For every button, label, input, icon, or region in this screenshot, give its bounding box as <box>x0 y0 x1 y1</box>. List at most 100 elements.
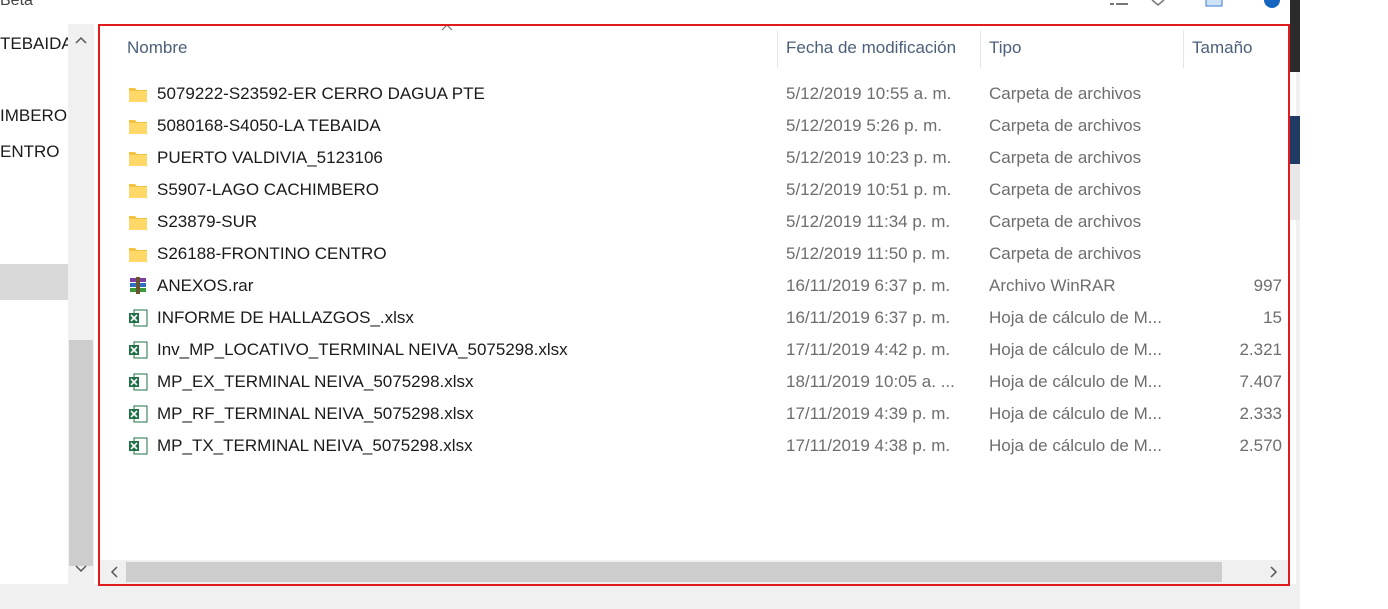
file-row[interactable]: S5907-LAGO CACHIMBERO 5/12/2019 10:51 p. … <box>100 174 1288 206</box>
file-row[interactable]: MP_RF_TERMINAL NEIVA_5075298.xlsx 17/11/2… <box>100 398 1288 430</box>
file-row[interactable]: 5080168-S4050-LA TEBAIDA 5/12/2019 5:26 p… <box>100 110 1288 142</box>
file-date: 5/12/2019 11:50 p. m. <box>786 244 951 263</box>
file-date: 5/12/2019 10:51 p. m. <box>786 180 952 199</box>
nav-item-label: ENTRO <box>0 142 60 161</box>
file-type: Archivo WinRAR <box>989 276 1116 295</box>
chevron-down-icon[interactable] <box>1146 0 1170 12</box>
file-name: S26188-FRONTINO CENTRO <box>157 244 387 263</box>
column-header-name[interactable]: Nombre <box>127 38 187 58</box>
file-date: 5/12/2019 11:34 p. m. <box>786 212 951 231</box>
file-size: 997 <box>1253 276 1282 295</box>
top-strip: Beta <box>0 0 1300 12</box>
file-date: 5/12/2019 10:55 a. m. <box>786 84 952 103</box>
background-window-dark <box>1290 0 1300 72</box>
scroll-thumb[interactable] <box>126 562 1222 582</box>
folder-icon <box>129 88 147 102</box>
file-date: 16/11/2019 6:37 p. m. <box>786 276 951 295</box>
file-row[interactable]: Inv_MP_LOCATIVO_TERMINAL NEIVA_5075298.x… <box>100 334 1288 366</box>
file-name: MP_TX_TERMINAL NEIVA_5075298.xlsx <box>157 436 473 455</box>
column-divider[interactable] <box>1183 30 1184 68</box>
column-divider[interactable] <box>777 30 778 68</box>
file-type: Hoja de cálculo de M... <box>989 436 1162 455</box>
file-date: 5/12/2019 10:23 p. m. <box>786 148 952 167</box>
folder-icon <box>129 152 147 166</box>
sort-ascending-icon <box>441 26 453 31</box>
file-row[interactable]: 5079222-S23592-ER CERRO DAGUA PTE 5/12/20… <box>100 78 1288 110</box>
nav-item-label: TEBAIDA <box>0 34 68 53</box>
nav-item-cachimbero[interactable]: IMBERO <box>0 106 67 126</box>
file-row[interactable]: PUERTO VALDIVIA_5123106 5/12/2019 10:23 p… <box>100 142 1288 174</box>
file-row[interactable]: S23879-SUR 5/12/2019 11:34 p. m. Carpeta d… <box>100 206 1288 238</box>
column-header-size[interactable]: Tamaño <box>1192 38 1252 58</box>
file-date: 18/11/2019 10:05 a. ... <box>786 372 955 391</box>
file-row[interactable]: MP_TX_TERMINAL NEIVA_5075298.xlsx 17/11/2… <box>100 430 1288 462</box>
folder-icon <box>129 248 147 262</box>
background-window-edge <box>1296 0 1300 609</box>
folder-icon <box>129 120 147 134</box>
chevron-down-icon <box>75 565 87 573</box>
window-title-fragment: Beta <box>0 0 33 9</box>
column-header-date[interactable]: Fecha de modificación <box>786 38 956 58</box>
file-size: 15 <box>1263 308 1282 327</box>
winrar-icon <box>130 277 146 294</box>
column-divider[interactable] <box>980 30 981 68</box>
scroll-down-button[interactable] <box>73 561 89 577</box>
file-type: Carpeta de archivos <box>989 244 1142 263</box>
file-name: S23879-SUR <box>157 212 258 231</box>
scroll-right-button[interactable] <box>1266 564 1282 580</box>
file-name: INFORME DE HALLAZGOS_.xlsx <box>157 308 414 327</box>
scroll-left-button[interactable] <box>106 564 122 580</box>
folder-icon <box>129 216 147 230</box>
file-date: 17/11/2019 4:39 p. m. <box>786 404 951 423</box>
excel-icon <box>129 309 148 327</box>
file-type: Hoja de cálculo de M... <box>989 340 1162 359</box>
nav-item-frontino-centro[interactable]: ENTRO <box>0 142 60 162</box>
nav-vertical-scrollbar[interactable] <box>68 24 94 584</box>
chevron-left-icon <box>110 566 118 578</box>
file-row[interactable]: ANEXOS.rar 16/11/2019 6:37 p. m. Archivo W… <box>100 270 1288 302</box>
file-type: Hoja de cálculo de M... <box>989 372 1162 391</box>
file-size: 2.321 <box>1239 340 1282 359</box>
background-window-blue <box>1290 116 1300 164</box>
file-type: Carpeta de archivos <box>989 148 1142 167</box>
nav-item-tebaida[interactable]: TEBAIDA <box>0 34 68 54</box>
nav-item-selected[interactable] <box>0 264 68 300</box>
details-view-icon[interactable] <box>1108 0 1132 12</box>
folder-icon <box>129 184 147 198</box>
file-name: 5080168-S4050-LA TEBAIDA <box>157 116 381 135</box>
file-name: ANEXOS.rar <box>157 276 254 295</box>
file-row[interactable]: INFORME DE HALLAZGOS_.xlsx 16/11/2019 6:3… <box>100 302 1288 334</box>
file-size: 2.570 <box>1239 436 1282 455</box>
view-toolbar <box>1108 0 1284 12</box>
status-strip <box>0 584 1300 609</box>
file-type: Hoja de cálculo de M... <box>989 308 1162 327</box>
preview-pane-icon[interactable] <box>1202 0 1226 12</box>
file-date: 17/11/2019 4:42 p. m. <box>786 340 951 359</box>
file-name: Inv_MP_LOCATIVO_TERMINAL NEIVA_5075298.x… <box>157 340 568 359</box>
file-size: 7.407 <box>1239 372 1282 391</box>
file-date: 17/11/2019 4:38 p. m. <box>786 436 951 455</box>
file-row[interactable]: S26188-FRONTINO CENTRO 5/12/2019 11:50 p.… <box>100 238 1288 270</box>
nav-item-label: IMBERO <box>0 106 68 125</box>
file-size: 2.333 <box>1239 404 1282 423</box>
scroll-up-button[interactable] <box>73 32 89 48</box>
scroll-thumb[interactable] <box>69 340 93 566</box>
file-row[interactable]: MP_EX_TERMINAL NEIVA_5075298.xlsx 18/11/2… <box>100 366 1288 398</box>
excel-icon <box>129 341 148 359</box>
chevron-right-icon <box>1270 566 1278 578</box>
background-window-gray <box>1290 164 1300 220</box>
file-name: 5079222-S23592-ER CERRO DAGUA PTE <box>157 84 485 103</box>
file-name: MP_EX_TERMINAL NEIVA_5075298.xlsx <box>157 372 474 391</box>
file-name: MP_RF_TERMINAL NEIVA_5075298.xlsx <box>157 404 474 423</box>
file-date: 16/11/2019 6:37 p. m. <box>786 308 951 327</box>
file-name: S5907-LAGO CACHIMBERO <box>157 180 380 199</box>
help-icon[interactable] <box>1260 0 1284 12</box>
excel-icon <box>129 437 148 455</box>
excel-icon <box>129 373 148 391</box>
column-header-type[interactable]: Tipo <box>989 38 1021 58</box>
horizontal-scrollbar[interactable] <box>100 560 1288 584</box>
file-type: Hoja de cálculo de M... <box>989 404 1162 423</box>
chevron-up-icon <box>75 36 87 44</box>
file-name: PUERTO VALDIVIA_5123106 <box>157 148 383 167</box>
navigation-pane: TEBAIDA IMBERO ENTRO <box>0 24 68 584</box>
